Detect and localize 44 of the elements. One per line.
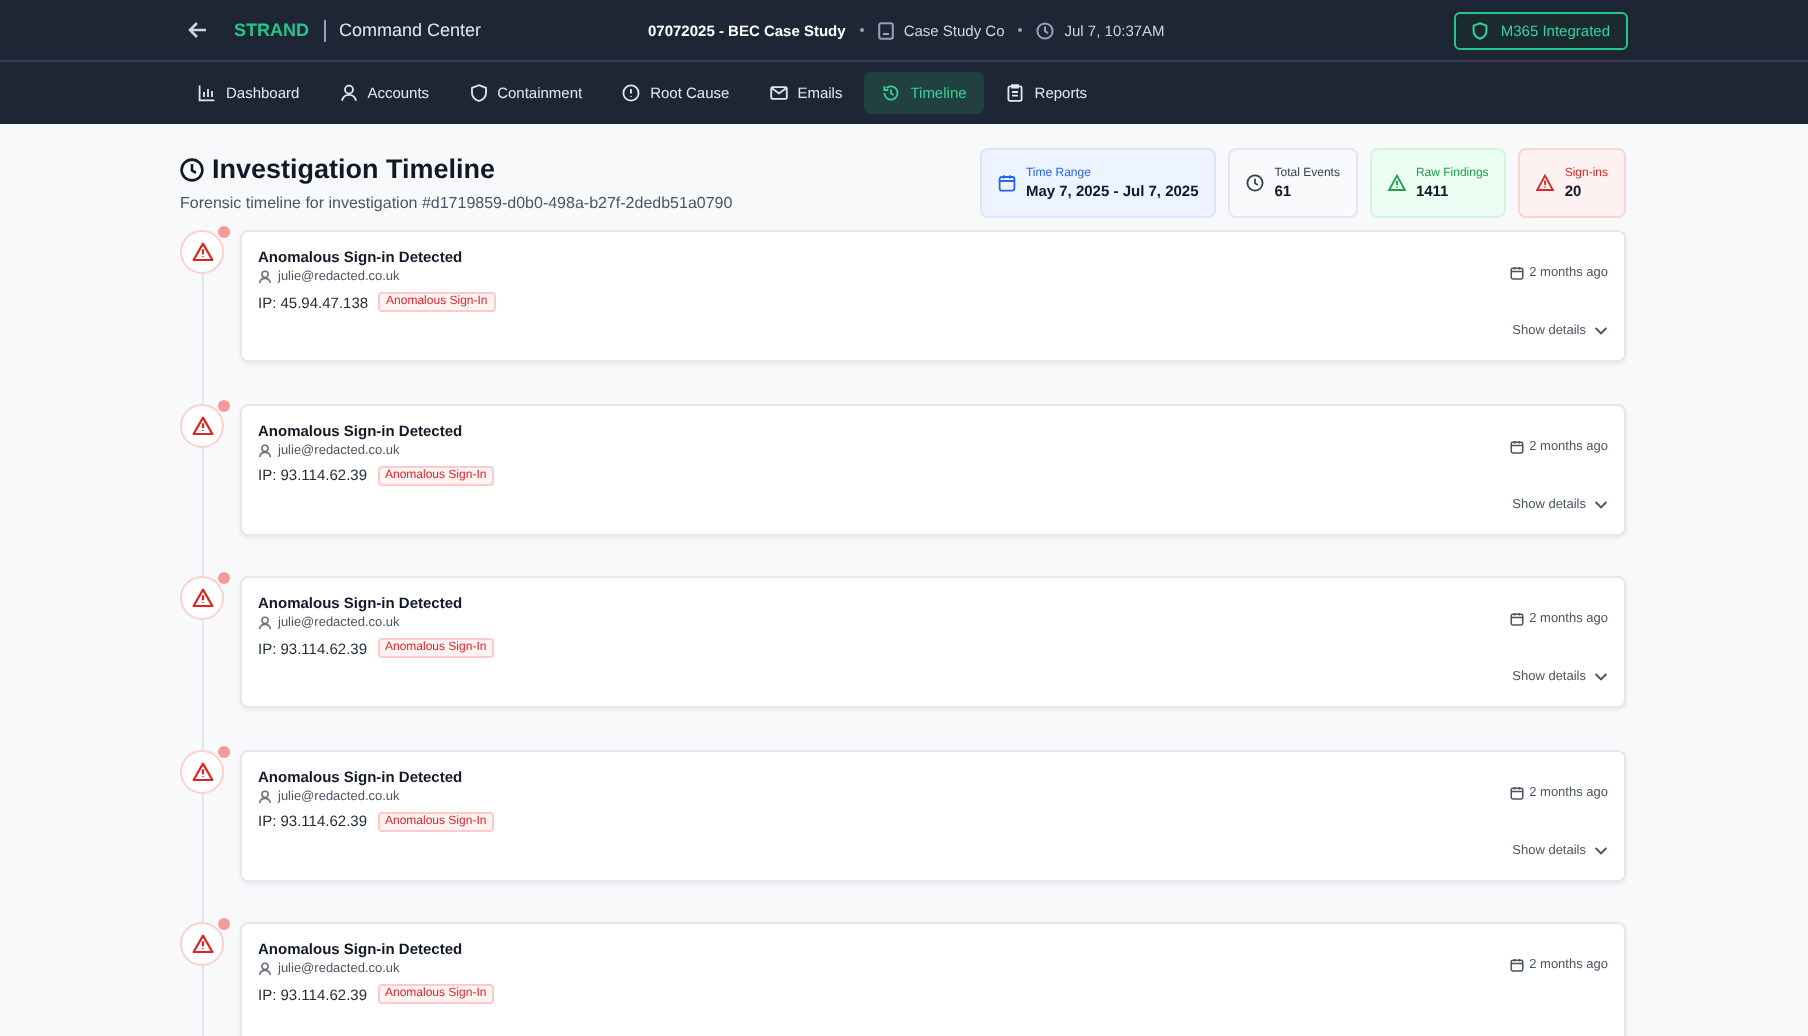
user-icon (339, 84, 358, 102)
shield-icon (1472, 21, 1489, 39)
warning-icon (191, 415, 213, 435)
calendar-icon (1509, 439, 1524, 453)
user-icon (258, 789, 272, 803)
alert-circle-icon (622, 84, 641, 102)
chevron-down-icon (1594, 845, 1608, 855)
user-icon (258, 443, 272, 457)
bar-chart-icon (198, 84, 216, 102)
calendar-icon (1509, 958, 1524, 972)
user-icon (258, 962, 272, 976)
calendar-icon (1509, 612, 1524, 626)
back-arrow-icon[interactable] (188, 20, 208, 40)
app-title: Command Center (339, 20, 482, 40)
mail-icon (769, 84, 788, 102)
chevron-down-icon (1594, 499, 1608, 509)
warning-icon (1536, 174, 1555, 192)
brand-logo: STRAND (234, 20, 309, 40)
document-icon (877, 21, 894, 39)
calendar-icon (1509, 266, 1524, 280)
calendar-icon (997, 174, 1016, 192)
user-icon (258, 270, 272, 284)
status-dot (218, 745, 230, 757)
warning-icon (191, 761, 213, 781)
page-title: Investigation Timeline (212, 154, 496, 184)
history-icon (882, 84, 901, 102)
warning-icon (191, 934, 213, 954)
clock-icon (1246, 174, 1265, 192)
calendar-icon (1509, 785, 1524, 799)
status-dot (218, 918, 230, 930)
status-dot (218, 572, 230, 584)
warning-icon (191, 588, 213, 608)
clock-icon (180, 157, 204, 181)
user-icon (258, 616, 272, 630)
shield-icon (469, 84, 488, 102)
status-dot (218, 226, 230, 238)
chevron-down-icon (1594, 672, 1608, 682)
clock-icon (1036, 21, 1055, 39)
clipboard-icon (1006, 84, 1025, 102)
warning-icon (191, 242, 213, 262)
page-subtitle: Forensic timeline for investigation #d1719859-d0b0-498a-b27f-2dedb51a0790 (180, 194, 733, 212)
warning-icon (1387, 174, 1406, 192)
chevron-down-icon (1594, 326, 1608, 336)
status-dot (218, 399, 230, 411)
